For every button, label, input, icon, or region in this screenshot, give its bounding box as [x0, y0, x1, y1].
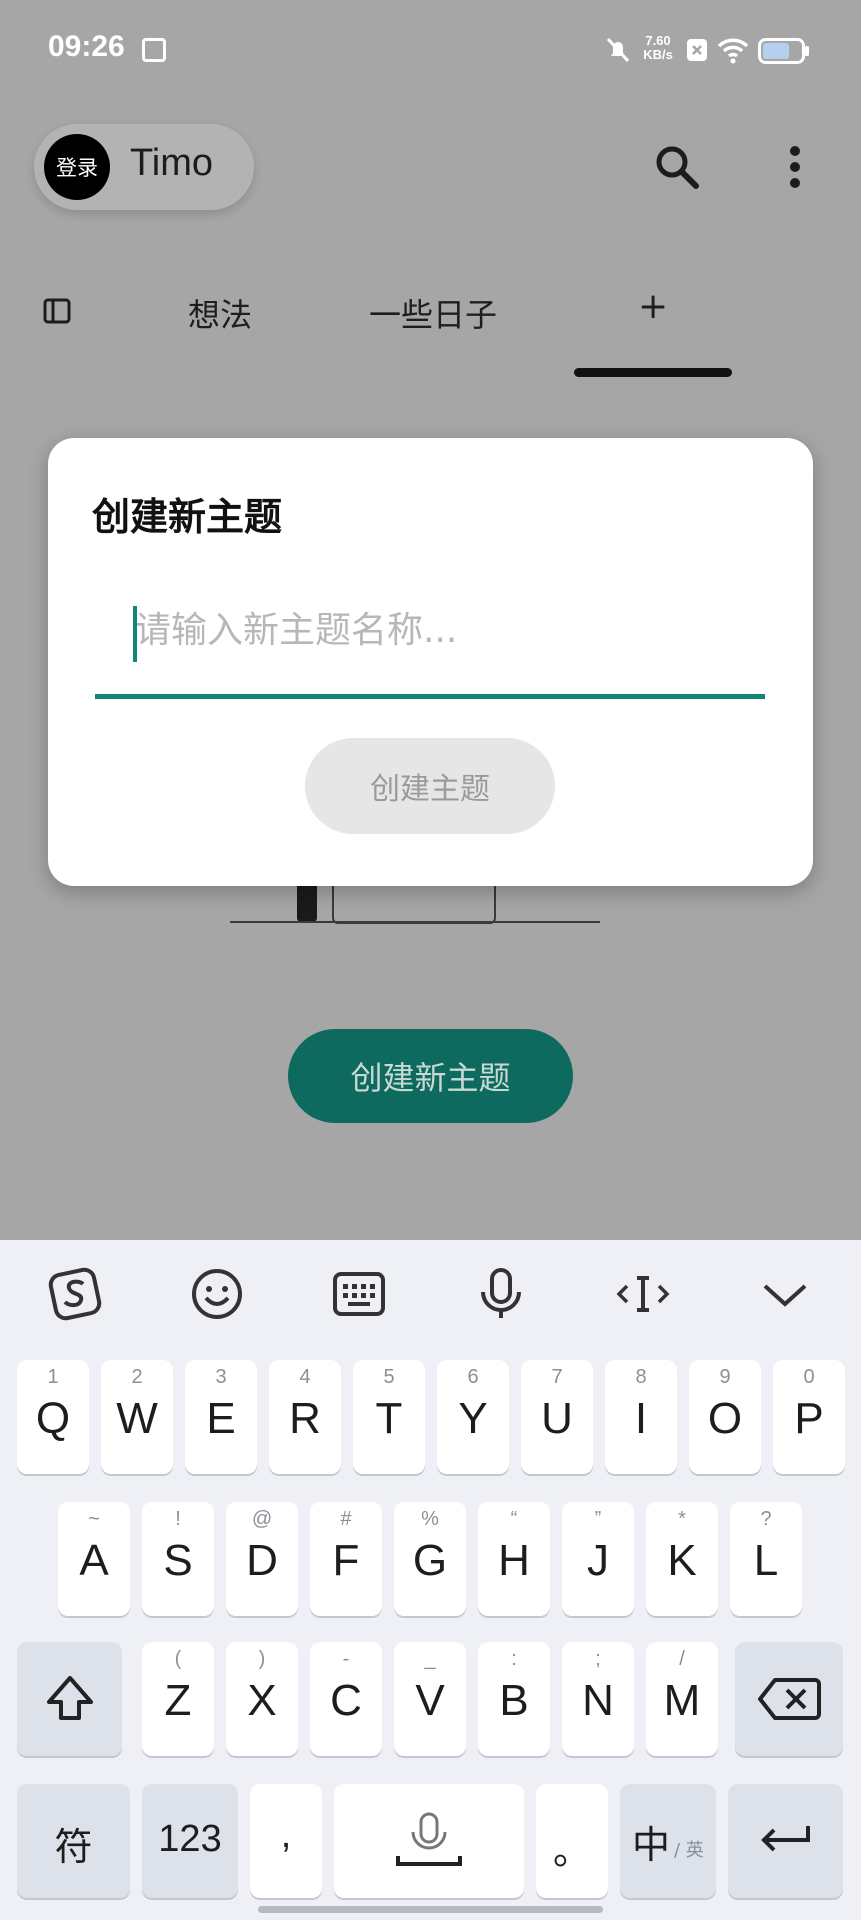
key-p[interactable]: 0P	[773, 1360, 845, 1474]
empty-state-illustration-figure	[297, 880, 317, 922]
tab-ideas[interactable]: 想法	[188, 290, 252, 336]
sim-x-icon	[687, 39, 707, 61]
key-k[interactable]: * K	[646, 1502, 718, 1616]
key-s[interactable]: ! S	[142, 1502, 214, 1616]
key-a[interactable]: ~ A	[58, 1502, 130, 1616]
key-y[interactable]: 6Y	[437, 1360, 509, 1474]
lang-sub: / 英	[674, 1840, 704, 1861]
voice-space-icon	[396, 1812, 462, 1866]
account-chip[interactable]: 登录 Timo	[34, 124, 254, 210]
key-n[interactable]: ; N	[562, 1642, 634, 1756]
key-t[interactable]: 5T	[353, 1360, 425, 1474]
dialog-title: 创建新主题	[92, 495, 283, 539]
battery-icon	[758, 38, 809, 64]
key-c[interactable]: -C	[310, 1642, 382, 1756]
home-indicator[interactable]	[258, 1906, 603, 1913]
key-r[interactable]: 4R	[269, 1360, 341, 1474]
key-u[interactable]: 7U	[521, 1360, 593, 1474]
empty-state-illustration-floor	[230, 921, 600, 923]
key-m[interactable]: / M	[646, 1642, 718, 1756]
key-e[interactable]: 3E	[185, 1360, 257, 1474]
status-bar: 09:26 7.60 KB/s	[0, 0, 861, 100]
emoji-icon[interactable]	[187, 1264, 247, 1324]
net-speed-value: 7.60	[645, 33, 671, 48]
shift-key[interactable]	[17, 1642, 122, 1756]
key-i[interactable]: 8I	[605, 1360, 677, 1474]
key-d[interactable]: @ D	[226, 1502, 298, 1616]
bell-muted-icon	[606, 37, 630, 63]
microphone-icon[interactable]	[471, 1264, 531, 1324]
create-topic-button[interactable]: 创建主题	[305, 738, 555, 834]
wifi-icon	[717, 38, 749, 64]
key-o[interactable]: 9O	[689, 1360, 761, 1474]
text-caret	[133, 606, 137, 662]
key-g[interactable]: % G	[394, 1502, 466, 1616]
comma-key[interactable]: ,	[250, 1784, 322, 1898]
space-key[interactable]	[334, 1784, 524, 1898]
notification-app-icon	[142, 38, 166, 62]
backspace-icon	[758, 1678, 821, 1720]
key-l[interactable]: ? L	[730, 1502, 802, 1616]
sidebar-toggle-icon[interactable]	[42, 296, 72, 326]
user-name: Timo	[130, 142, 214, 184]
lang-main: 中	[632, 1823, 671, 1867]
empty-state-illustration-desk	[332, 880, 496, 924]
tab-some-days[interactable]: 一些日子	[369, 290, 497, 336]
enter-key[interactable]	[728, 1784, 843, 1898]
tab-add[interactable]: +	[638, 286, 668, 327]
more-vert-icon[interactable]	[780, 142, 810, 192]
period-key[interactable]: 。	[536, 1784, 608, 1898]
create-topic-dialog: 创建新主题 创建主题	[48, 438, 813, 886]
key-f[interactable]: # F	[310, 1502, 382, 1616]
keyboard-icon[interactable]	[329, 1264, 389, 1324]
key-v[interactable]: _ V	[394, 1642, 466, 1756]
topic-name-input[interactable]	[95, 586, 765, 674]
key-x[interactable]: ) X	[226, 1642, 298, 1756]
enter-icon	[761, 1826, 810, 1852]
numbers-key[interactable]: 123	[142, 1784, 238, 1898]
backspace-key[interactable]	[735, 1642, 843, 1756]
key-w[interactable]: 2W	[101, 1360, 173, 1474]
key-b[interactable]: :B	[478, 1642, 550, 1756]
shift-arrow-icon	[47, 1676, 93, 1720]
tab-indicator	[574, 368, 732, 377]
status-time: 09:26	[48, 30, 125, 63]
language-switch-key[interactable]: 中 / 英	[620, 1784, 716, 1898]
soft-keyboard: 1Q 2W 3E 4R 5T 6Y 7U 8I 9O 0P ~ A ! S @ D #…	[0, 1240, 861, 1920]
ime-logo-icon[interactable]	[45, 1264, 105, 1324]
input-underline	[95, 694, 765, 699]
key-h[interactable]: “H	[478, 1502, 550, 1616]
create-topic-button-background[interactable]: 创建新主题	[288, 1029, 573, 1123]
avatar[interactable]: 登录	[44, 134, 110, 200]
cursor-move-icon[interactable]	[613, 1264, 673, 1324]
net-speed-unit: KB/s	[643, 47, 673, 62]
key-q[interactable]: 1Q	[17, 1360, 89, 1474]
net-speed: 7.60 KB/s	[636, 34, 680, 62]
search-icon[interactable]	[652, 142, 702, 192]
symbols-key[interactable]: 符	[17, 1784, 130, 1898]
collapse-keyboard-icon[interactable]	[755, 1264, 815, 1324]
key-z[interactable]: (Z	[142, 1642, 214, 1756]
key-j[interactable]: ” J	[562, 1502, 634, 1616]
